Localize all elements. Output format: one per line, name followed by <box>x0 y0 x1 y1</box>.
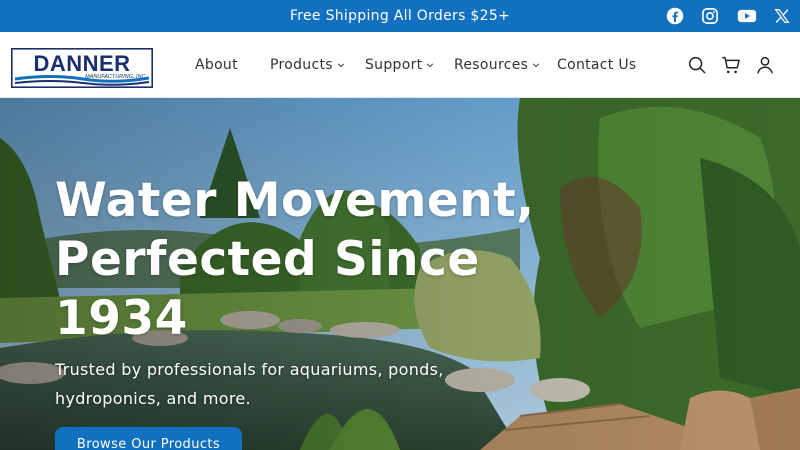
hero-subtitle: Trusted by professionals for aquariums, … <box>55 355 465 413</box>
site-header: DANNER MANUFACTURING, INC. About Product… <box>0 32 800 98</box>
account-icon[interactable] <box>754 54 776 76</box>
nav-about-label: About <box>195 57 238 73</box>
hero-title-line2: Perfected Since <box>55 232 480 287</box>
nav-resources[interactable]: Resources <box>454 32 540 98</box>
hero-title-line3: 1934 <box>55 291 188 346</box>
hero-subtitle-line2: hydroponics, and more. <box>55 389 251 408</box>
chevron-down-icon <box>427 63 434 68</box>
announcement-bar: Free Shipping All Orders $25+ <box>0 0 800 32</box>
hero-title: Water Movement, Perfected Since 1934 <box>55 171 535 348</box>
nav-resources-label: Resources <box>454 57 529 73</box>
nav-about[interactable]: About <box>195 32 238 98</box>
hero-title-line1: Water Movement, <box>55 173 535 228</box>
nav-support[interactable]: Support <box>365 32 434 98</box>
hero-subtitle-line1: Trusted by professionals for aquariums, … <box>55 360 444 379</box>
search-icon[interactable] <box>686 54 708 76</box>
youtube-icon[interactable] <box>734 4 760 28</box>
cart-icon[interactable] <box>720 54 742 76</box>
facebook-icon[interactable] <box>663 4 687 28</box>
nav-products[interactable]: Products <box>270 32 345 98</box>
chevron-down-icon <box>533 63 540 68</box>
nav-support-label: Support <box>365 57 423 73</box>
nav-contact-label: Contact Us <box>557 57 637 73</box>
svg-text:DANNER: DANNER <box>33 51 130 76</box>
danner-logo[interactable]: DANNER MANUFACTURING, INC. <box>11 48 153 89</box>
x-icon[interactable] <box>770 4 794 28</box>
hero-banner: Water Movement, Perfected Since 1934 Tru… <box>0 98 800 450</box>
nav-products-label: Products <box>270 57 333 73</box>
browse-products-button[interactable]: Browse Our Products <box>55 427 242 450</box>
instagram-icon[interactable] <box>698 4 722 28</box>
nav-contact-us[interactable]: Contact Us <box>557 32 636 98</box>
chevron-down-icon <box>337 63 344 68</box>
